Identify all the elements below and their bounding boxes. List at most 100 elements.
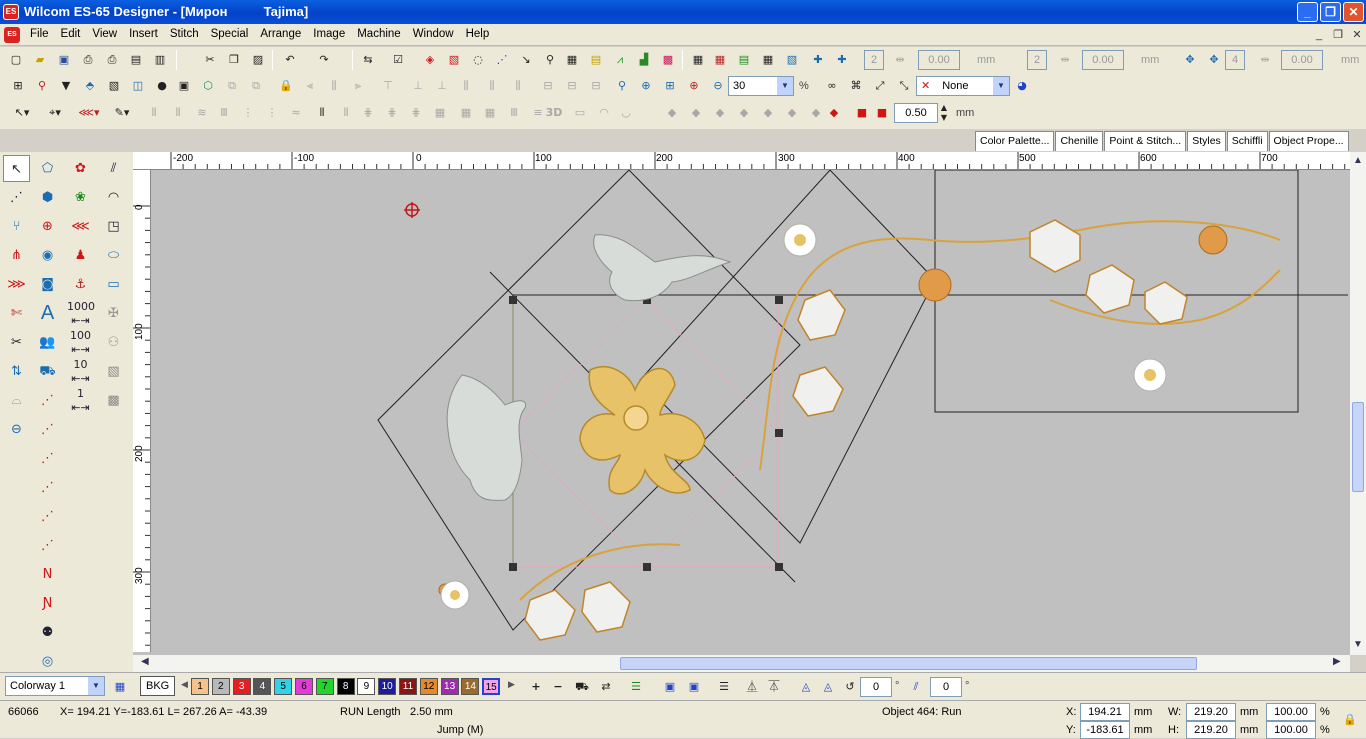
scissors-tool-icon[interactable]: ✂: [3, 329, 30, 356]
stitch-type-c-icon[interactable]: ≋: [192, 103, 212, 123]
grid-icon-d[interactable]: ▦: [758, 50, 778, 70]
effect-g-icon[interactable]: ◆: [806, 103, 826, 123]
applique-tool-icon[interactable]: ✠: [100, 300, 127, 327]
stitch-lines-tool-icon[interactable]: ⫽: [100, 155, 127, 182]
mirror-h-icon[interactable]: ⏅: [742, 677, 762, 697]
stitch-type-i-icon[interactable]: ⦀: [336, 103, 356, 123]
cutwork-tool-icon[interactable]: ♟: [67, 242, 94, 269]
people-tool-icon[interactable]: ⚇: [100, 329, 127, 356]
spacing-field-b[interactable]: 0.00: [1082, 50, 1124, 70]
3d-effect-icon[interactable]: 3D: [542, 103, 566, 123]
chevron-down-icon[interactable]: ▼: [993, 77, 1009, 95]
effect-f-icon[interactable]: ◆: [782, 103, 802, 123]
colorway-combo[interactable]: Colorway 1 ▼: [5, 676, 105, 696]
stitch-type-e-icon[interactable]: ⋮: [238, 103, 258, 123]
connect-icon[interactable]: ⤢: [870, 76, 890, 96]
copies-spin-b[interactable]: 2: [1027, 50, 1047, 70]
show-hoop-icon[interactable]: ⚲: [540, 50, 560, 70]
checkbox-icon[interactable]: ☑: [388, 50, 408, 70]
redo-icon[interactable]: ↷: [314, 50, 334, 70]
motif-tool-icon[interactable]: ❀: [67, 184, 94, 211]
arc-tool-icon[interactable]: ◠: [100, 184, 127, 211]
tab-chenille[interactable]: Chenille: [1055, 131, 1104, 151]
effect-b-icon[interactable]: ◆: [686, 103, 706, 123]
thread-swatch-13[interactable]: 13: [440, 678, 459, 695]
skew-angle-field[interactable]: 0: [930, 677, 962, 697]
distribute-icon-a[interactable]: ⫼: [456, 76, 476, 96]
properties-list-icon[interactable]: ☰: [714, 677, 734, 697]
width-field[interactable]: 219.20: [1186, 703, 1236, 721]
branch-icon[interactable]: ⌘: [846, 76, 866, 96]
n-stitch-tool-icon[interactable]: N: [34, 561, 61, 588]
chevron-down-icon[interactable]: ▼: [88, 677, 104, 695]
stitch-type-m-icon[interactable]: ▦: [430, 103, 450, 123]
tab-color-palette[interactable]: Color Palette...: [975, 131, 1055, 151]
add-color-icon[interactable]: +: [526, 677, 546, 697]
cut-icon[interactable]: ✂: [200, 50, 220, 70]
group-icon[interactable]: ⧉: [222, 76, 242, 96]
zoom-out-icon[interactable]: ⊖: [708, 76, 728, 96]
bus-tool-icon[interactable]: ⛟: [34, 358, 61, 385]
chevron-left-icon[interactable]: ◀: [141, 656, 149, 667]
rectangle-edit-tool-icon[interactable]: ◳: [100, 213, 127, 240]
doc-minimize-button[interactable]: _: [1311, 27, 1327, 43]
frame-icon[interactable]: ▣: [174, 76, 194, 96]
stitch-type-r-icon[interactable]: ▭: [570, 103, 590, 123]
mirror-merge-icon[interactable]: ✚: [832, 50, 852, 70]
stitch-type-g-icon[interactable]: ≈: [286, 103, 306, 123]
align-right-icon[interactable]: ⫸: [348, 76, 368, 96]
chevron-down-icon[interactable]: ▼: [1353, 639, 1363, 650]
effect-d-icon[interactable]: ◆: [734, 103, 754, 123]
spacing-field-a[interactable]: 0.00: [918, 50, 960, 70]
space-icon-a[interactable]: ⊟: [538, 76, 558, 96]
grid-icon-a[interactable]: ▦: [688, 50, 708, 70]
distribute-icon-b[interactable]: ⫼: [482, 76, 502, 96]
y-field[interactable]: -183.61: [1080, 721, 1130, 739]
hoop-tool-icon[interactable]: ⊖: [3, 416, 30, 443]
texture-a-tool-icon[interactable]: ▧: [100, 358, 127, 385]
zoom-combo[interactable]: 30 ▼: [728, 76, 794, 96]
undo-icon[interactable]: ↶: [280, 50, 300, 70]
motif-run-tool-icon[interactable]: ⚉: [34, 619, 61, 646]
app-icon[interactable]: ES: [3, 4, 19, 20]
menu-help[interactable]: Help: [460, 28, 496, 40]
thread-swatch-11[interactable]: 11: [399, 678, 417, 695]
print-preview-icon[interactable]: ⎙: [78, 50, 98, 70]
thread-swatch-6[interactable]: 6: [295, 678, 313, 695]
stitch-type-f-icon[interactable]: ⋮: [262, 103, 282, 123]
w-stitch-tool-icon[interactable]: Ɲ: [34, 590, 61, 617]
x-field[interactable]: 194.21: [1080, 703, 1130, 721]
show-needle-points-icon[interactable]: ⋰: [492, 50, 512, 70]
pick-color-icon[interactable]: ⛟: [572, 677, 592, 697]
stitch-type-a-icon[interactable]: ⦀: [144, 103, 164, 123]
effect-c-icon[interactable]: ◆: [710, 103, 730, 123]
select-arrow-icon[interactable]: ↖▾: [8, 103, 36, 123]
stitch-type-d-icon[interactable]: Ⅲ: [214, 103, 234, 123]
distribute-icon-c[interactable]: ⫼: [508, 76, 528, 96]
thread-swatch-2[interactable]: 2: [211, 678, 230, 695]
color-node-b-icon[interactable]: ■: [872, 103, 892, 123]
satin-tools-icon[interactable]: ⋘▾: [74, 103, 104, 123]
copy-icon[interactable]: ❐: [224, 50, 244, 70]
menu-edit[interactable]: Edit: [55, 28, 87, 40]
kaleido-icon[interactable]: ✥: [1204, 50, 1224, 70]
show-stitches-icon[interactable]: ◈: [420, 50, 440, 70]
wreath-icon[interactable]: ✥: [1180, 50, 1200, 70]
thread-swatch-7[interactable]: 7: [315, 678, 334, 695]
show-outlines-icon[interactable]: ▧: [444, 50, 464, 70]
document-icon[interactable]: ES: [4, 27, 20, 43]
copies-spin-a[interactable]: 2: [864, 50, 884, 70]
artwork-icon[interactable]: ▩: [658, 50, 678, 70]
menu-window[interactable]: Window: [407, 28, 460, 40]
circle-target-tool-icon[interactable]: ⊕: [34, 213, 61, 240]
show-vector-icon[interactable]: ⩘: [610, 50, 630, 70]
break-icon[interactable]: ⤡: [894, 76, 914, 96]
show-functions-icon[interactable]: ↘: [516, 50, 536, 70]
zigzag-tool-icon[interactable]: ⋰: [34, 532, 61, 559]
grid-icon-e[interactable]: ▧: [782, 50, 802, 70]
select-tool-icon[interactable]: ↖: [3, 155, 30, 182]
needle-icon[interactable]: ⚲: [32, 76, 52, 96]
input-tools-icon[interactable]: ⌖▾: [40, 103, 70, 123]
lock-icon[interactable]: 🔒: [276, 76, 296, 96]
width-field[interactable]: 0.50: [894, 103, 938, 123]
